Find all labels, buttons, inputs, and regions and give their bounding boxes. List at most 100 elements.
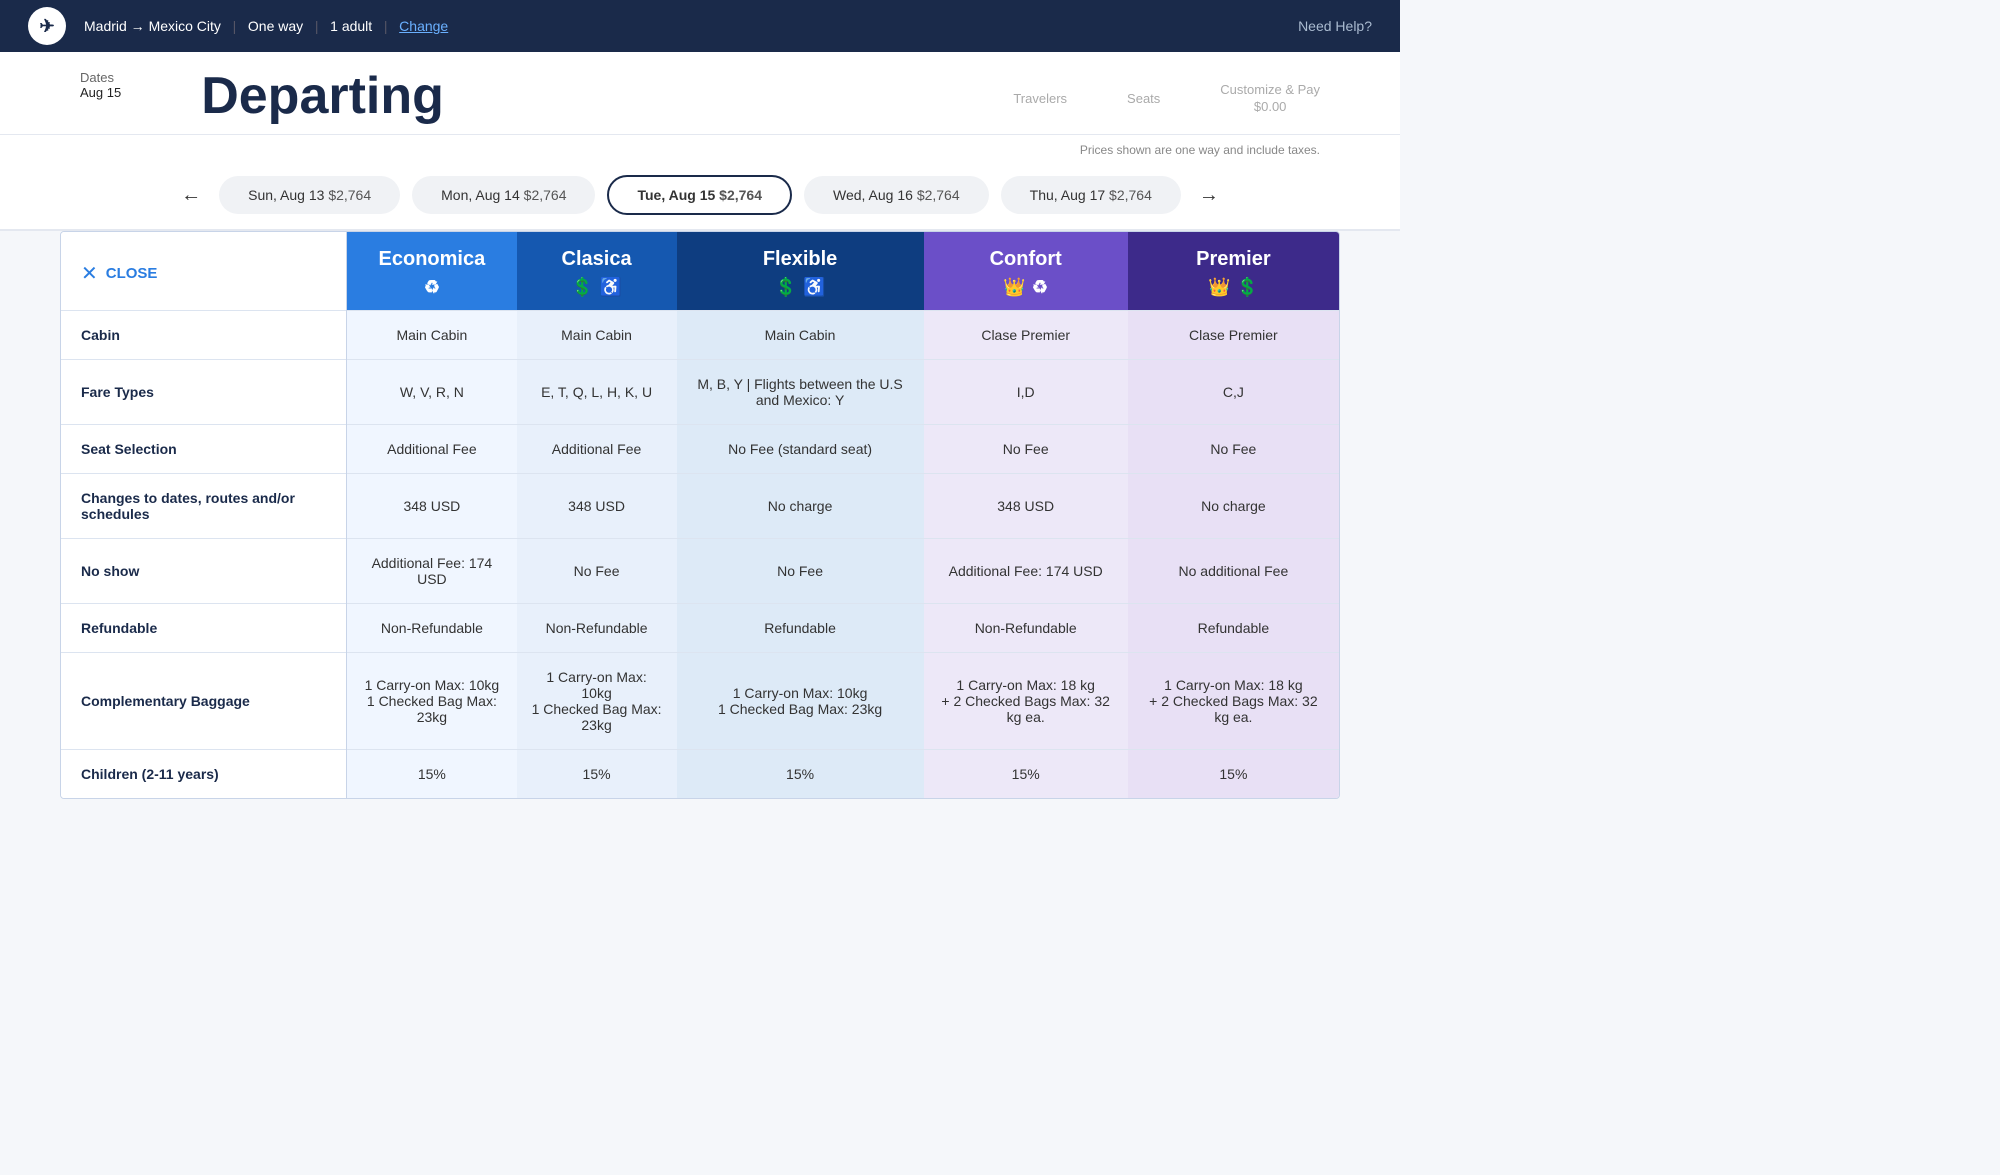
step-seats: Seats bbox=[1127, 91, 1160, 106]
cell-2-confort: No Fee bbox=[924, 425, 1128, 474]
fare-comparison-table: ✕ CLOSE Economica ♻ Clasica 💲 ♿ bbox=[60, 231, 1340, 799]
row-label-1: Fare Types bbox=[61, 360, 347, 425]
date-value: Aug 15 bbox=[80, 85, 121, 100]
cell-6-economica: 1 Carry-on Max: 10kg 1 Checked Bag Max: … bbox=[347, 653, 517, 750]
th-economica[interactable]: Economica ♻ bbox=[347, 232, 517, 311]
row-label-4: No show bbox=[61, 539, 347, 604]
date-pill-0[interactable]: Sun, Aug 13 $2,764 bbox=[219, 176, 400, 214]
table-row: Fare TypesW, V, R, NE, T, Q, L, H, K, UM… bbox=[61, 360, 1339, 425]
date-info: Dates Aug 15 bbox=[80, 70, 121, 100]
close-button[interactable]: ✕ CLOSE bbox=[81, 253, 336, 294]
close-icon: ✕ bbox=[81, 261, 98, 286]
cell-3-confort: 348 USD bbox=[924, 474, 1128, 539]
row-label-0: Cabin bbox=[61, 311, 347, 360]
date-selector: ← Sun, Aug 13 $2,764 Mon, Aug 14 $2,764 … bbox=[0, 161, 1400, 231]
row-label-7: Children (2-11 years) bbox=[61, 750, 347, 799]
help-link[interactable]: Need Help? bbox=[1298, 18, 1372, 34]
top-navigation: ✈ Madrid → Mexico City | One way | 1 adu… bbox=[0, 0, 1400, 52]
cell-0-clasica: Main Cabin bbox=[517, 311, 677, 360]
wheelchair-icon2: ♿ bbox=[803, 277, 825, 298]
th-premier[interactable]: Premier 👑 💲 bbox=[1128, 232, 1339, 311]
row-label-2: Seat Selection bbox=[61, 425, 347, 474]
table-row: RefundableNon-RefundableNon-RefundableRe… bbox=[61, 604, 1339, 653]
close-label: CLOSE bbox=[106, 265, 158, 282]
row-label-5: Refundable bbox=[61, 604, 347, 653]
cell-1-clasica: E, T, Q, L, H, K, U bbox=[517, 360, 677, 425]
cell-3-clasica: 348 USD bbox=[517, 474, 677, 539]
date-pill-4[interactable]: Thu, Aug 17 $2,764 bbox=[1001, 176, 1181, 214]
cell-0-confort: Clase Premier bbox=[924, 311, 1128, 360]
row-label-6: Complementary Baggage bbox=[61, 653, 347, 750]
cell-5-confort: Non-Refundable bbox=[924, 604, 1128, 653]
premier-icons: 👑 💲 bbox=[1138, 277, 1329, 298]
th-flexible[interactable]: Flexible 💲 ♿ bbox=[677, 232, 924, 311]
cell-5-premier: Refundable bbox=[1128, 604, 1339, 653]
cell-2-premier: No Fee bbox=[1128, 425, 1339, 474]
cell-5-flexible: Refundable bbox=[677, 604, 924, 653]
cell-4-clasica: No Fee bbox=[517, 539, 677, 604]
date-pill-2[interactable]: Tue, Aug 15 $2,764 bbox=[607, 175, 792, 215]
route-info: Madrid → Mexico City | One way | 1 adult… bbox=[84, 18, 448, 34]
step-bar: Dates Aug 15 Departing Travelers Seats C… bbox=[0, 52, 1400, 135]
table-row: Seat SelectionAdditional FeeAdditional F… bbox=[61, 425, 1339, 474]
table-row: No showAdditional Fee: 174 USDNo FeeNo F… bbox=[61, 539, 1339, 604]
cell-3-flexible: No charge bbox=[677, 474, 924, 539]
cell-0-premier: Clase Premier bbox=[1128, 311, 1339, 360]
dollar-circle-icon3: 💲 bbox=[1236, 277, 1258, 298]
cell-1-flexible: M, B, Y | Flights between the U.S and Me… bbox=[677, 360, 924, 425]
table-row: Complementary Baggage1 Carry-on Max: 10k… bbox=[61, 653, 1339, 750]
cell-6-clasica: 1 Carry-on Max: 10kg 1 Checked Bag Max: … bbox=[517, 653, 677, 750]
trip-type: One way bbox=[248, 18, 303, 34]
passengers: 1 adult bbox=[330, 18, 372, 34]
row-label-3: Changes to dates, routes and/or schedule… bbox=[61, 474, 347, 539]
cell-4-flexible: No Fee bbox=[677, 539, 924, 604]
cell-5-economica: Non-Refundable bbox=[347, 604, 517, 653]
page-title: Departing bbox=[201, 70, 444, 122]
step-customize-pay: Customize & Pay $0.00 bbox=[1220, 82, 1320, 114]
cell-1-premier: C,J bbox=[1128, 360, 1339, 425]
cell-4-economica: Additional Fee: 174 USD bbox=[347, 539, 517, 604]
crown-icon2: 👑 bbox=[1208, 277, 1230, 298]
flexible-icons: 💲 ♿ bbox=[687, 277, 914, 298]
crown-icon: 👑 bbox=[1003, 277, 1025, 298]
wheelchair-icon: ♿ bbox=[600, 277, 622, 298]
cell-1-economica: W, V, R, N bbox=[347, 360, 517, 425]
cell-7-confort: 15% bbox=[924, 750, 1128, 799]
cell-3-premier: No charge bbox=[1128, 474, 1339, 539]
change-link[interactable]: Change bbox=[399, 18, 448, 34]
date-pill-3[interactable]: Wed, Aug 16 $2,764 bbox=[804, 176, 989, 214]
cell-2-economica: Additional Fee bbox=[347, 425, 517, 474]
table-row: CabinMain CabinMain CabinMain CabinClase… bbox=[61, 311, 1339, 360]
next-date-arrow[interactable]: → bbox=[1193, 179, 1225, 211]
cell-0-flexible: Main Cabin bbox=[677, 311, 924, 360]
steps-right: Travelers Seats Customize & Pay $0.00 bbox=[1013, 70, 1320, 114]
cell-7-flexible: 15% bbox=[677, 750, 924, 799]
cell-6-premier: 1 Carry-on Max: 18 kg + 2 Checked Bags M… bbox=[1128, 653, 1339, 750]
prev-date-arrow[interactable]: ← bbox=[175, 179, 207, 211]
cell-6-confort: 1 Carry-on Max: 18 kg + 2 Checked Bags M… bbox=[924, 653, 1128, 750]
cell-7-clasica: 15% bbox=[517, 750, 677, 799]
dollar-circle-icon2: 💲 bbox=[775, 277, 797, 298]
confort-icons: 👑 ♻ bbox=[934, 277, 1118, 298]
step-travelers: Travelers bbox=[1013, 91, 1067, 106]
cell-4-premier: No additional Fee bbox=[1128, 539, 1339, 604]
price-note: Prices shown are one way and include tax… bbox=[0, 135, 1400, 161]
cell-7-premier: 15% bbox=[1128, 750, 1339, 799]
table-row: Changes to dates, routes and/or schedule… bbox=[61, 474, 1339, 539]
cell-0-economica: Main Cabin bbox=[347, 311, 517, 360]
date-label: Dates bbox=[80, 70, 121, 85]
cell-3-economica: 348 USD bbox=[347, 474, 517, 539]
table-row: Children (2-11 years)15%15%15%15%15% bbox=[61, 750, 1339, 799]
cell-7-economica: 15% bbox=[347, 750, 517, 799]
th-confort[interactable]: Confort 👑 ♻ bbox=[924, 232, 1128, 311]
cell-6-flexible: 1 Carry-on Max: 10kg 1 Checked Bag Max: … bbox=[677, 653, 924, 750]
cell-4-confort: Additional Fee: 174 USD bbox=[924, 539, 1128, 604]
cell-5-clasica: Non-Refundable bbox=[517, 604, 677, 653]
economica-icons: ♻ bbox=[357, 277, 506, 298]
nav-left: ✈ Madrid → Mexico City | One way | 1 adu… bbox=[28, 7, 448, 45]
cell-2-flexible: No Fee (standard seat) bbox=[677, 425, 924, 474]
route-text: Madrid → Mexico City bbox=[84, 18, 221, 34]
th-clasica[interactable]: Clasica 💲 ♿ bbox=[517, 232, 677, 311]
date-pill-1[interactable]: Mon, Aug 14 $2,764 bbox=[412, 176, 595, 214]
cell-2-clasica: Additional Fee bbox=[517, 425, 677, 474]
